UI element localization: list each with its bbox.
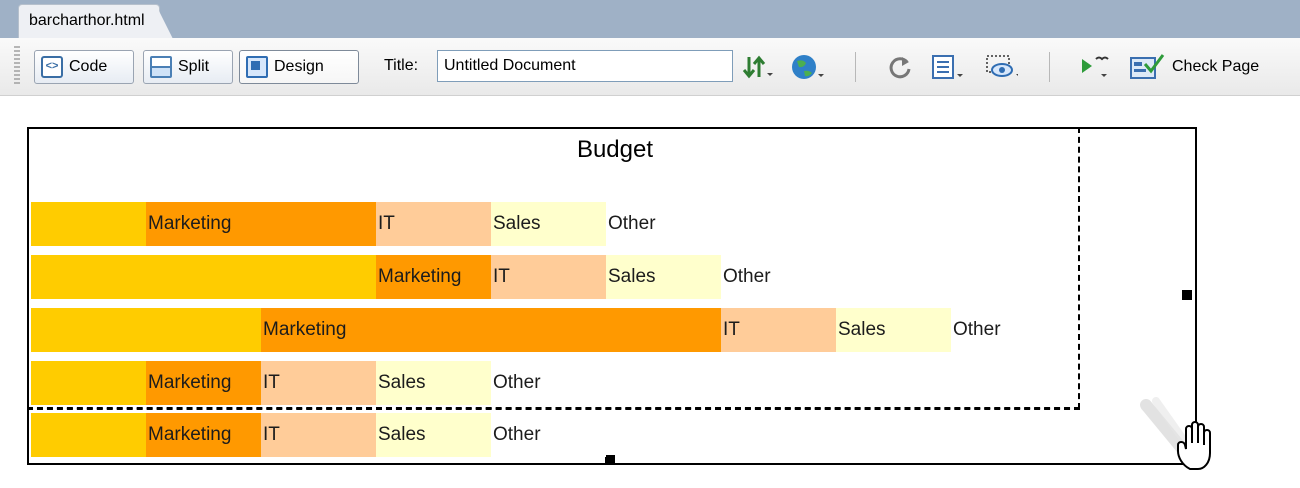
bar-segment-label: Marketing <box>148 213 232 234</box>
bar-segment-sales: Sales <box>376 413 491 457</box>
bar-segment-label: Sales <box>378 372 426 393</box>
bar-segment-other: Other <box>491 413 606 457</box>
bar-segment-sales: Sales <box>376 361 491 405</box>
bar-segment-label: IT <box>263 424 280 445</box>
visual-aids-icon <box>986 55 1018 77</box>
document-tab-bar: barcharthor.html <box>0 0 1300 39</box>
resize-handle-right[interactable] <box>1182 290 1192 300</box>
bar-segment-label: Other <box>953 319 1001 340</box>
code-view-label: Code <box>69 58 108 75</box>
view-options-icon <box>932 55 963 79</box>
validate-markup-icon <box>1082 56 1109 77</box>
chart-title: Budget <box>576 136 654 163</box>
bar-segment-marketing: Marketing <box>146 361 261 405</box>
bar-segment-it: IT <box>376 202 491 246</box>
file-transfer-button[interactable] <box>740 52 774 82</box>
check-page-icon <box>1130 54 1165 79</box>
view-options-button[interactable] <box>930 52 964 82</box>
bar-segment-label: Sales <box>608 266 656 287</box>
bar-segment-base <box>31 308 261 352</box>
bar-segment-label: Other <box>608 213 656 234</box>
bar-segment-base <box>31 361 146 405</box>
bar-segment-label: IT <box>493 266 510 287</box>
bar-segment-label: Other <box>723 266 771 287</box>
bar-segment-sales: Sales <box>606 255 721 299</box>
split-view-button[interactable]: Split <box>143 50 233 84</box>
bar-segment-marketing: Marketing <box>146 413 261 457</box>
bar-segment-marketing: Marketing <box>146 202 376 246</box>
bar-row: Marketing IT Sales Other <box>31 255 836 299</box>
bar-row: Marketing IT Sales Other <box>31 361 606 405</box>
check-page-button[interactable]: Check Page <box>1128 50 1259 84</box>
bar-segment-label: IT <box>723 319 740 340</box>
bar-segment-label: Sales <box>838 319 886 340</box>
bar-segment-other: Other <box>606 202 721 246</box>
bar-segment-it: IT <box>261 413 376 457</box>
bar-row: Marketing IT Sales Other <box>31 413 606 457</box>
title-label: Title: <box>384 57 419 74</box>
bar-segment-it: IT <box>261 361 376 405</box>
toolbar-separator <box>855 52 856 82</box>
bar-segment-label: Marketing <box>263 319 347 340</box>
check-page-label: Check Page <box>1172 58 1260 75</box>
bar-segment-label: Other <box>493 372 541 393</box>
bar-segment-marketing: Marketing <box>261 308 721 352</box>
resize-handle-bottom[interactable] <box>605 455 615 465</box>
bar-segment-other: Other <box>491 361 606 405</box>
preview-browser-button[interactable] <box>790 52 824 82</box>
bar-row: Marketing IT Sales Other <box>31 202 721 246</box>
validate-markup-button[interactable] <box>1076 52 1110 82</box>
bar-segment-base <box>31 413 146 457</box>
bar-segment-base <box>31 255 376 299</box>
visual-aids-button[interactable] <box>984 52 1018 82</box>
refresh-icon <box>889 57 911 79</box>
bar-segment-sales: Sales <box>836 308 951 352</box>
document-toolbar: <> Code Split Design Title: Untitled Doc… <box>0 38 1300 96</box>
bar-segment-label: IT <box>378 213 395 234</box>
row-divider <box>27 408 1080 411</box>
bar-segment-label: Sales <box>493 213 541 234</box>
bar-segment-label: Marketing <box>148 424 232 445</box>
bar-segment-other: Other <box>951 308 1066 352</box>
code-view-icon: <> <box>41 56 63 78</box>
bar-segment-label: IT <box>263 372 280 393</box>
split-view-icon <box>150 56 172 78</box>
title-input[interactable] <box>437 50 733 82</box>
globe-icon <box>792 55 824 79</box>
bar-segment-base <box>31 202 146 246</box>
refresh-button[interactable] <box>883 52 917 82</box>
code-view-button[interactable]: <> Code <box>34 50 134 84</box>
hand-cursor-icon <box>1140 397 1211 470</box>
bar-row: Marketing IT Sales Other <box>31 308 1066 352</box>
bar-segment-label: Sales <box>378 424 426 445</box>
bar-segment-marketing: Marketing <box>376 255 491 299</box>
design-view-button[interactable]: Design <box>239 50 359 84</box>
split-view-label: Split <box>178 58 210 75</box>
bar-segment-other: Other <box>721 255 836 299</box>
document-tab-label: barcharthor.html <box>29 12 145 29</box>
bar-segment-it: IT <box>491 255 606 299</box>
bar-segment-label: Marketing <box>378 266 462 287</box>
document-tab[interactable]: barcharthor.html <box>18 4 173 39</box>
design-view-label: Design <box>274 58 324 75</box>
bar-segment-label: Other <box>493 424 541 445</box>
design-view-icon <box>246 56 268 78</box>
bar-segment-it: IT <box>721 308 836 352</box>
toolbar-grip[interactable] <box>14 46 20 86</box>
bar-segment-sales: Sales <box>491 202 606 246</box>
toolbar-separator <box>1049 52 1050 82</box>
up-down-arrows-icon <box>742 55 773 79</box>
bar-segment-label: Marketing <box>148 372 232 393</box>
